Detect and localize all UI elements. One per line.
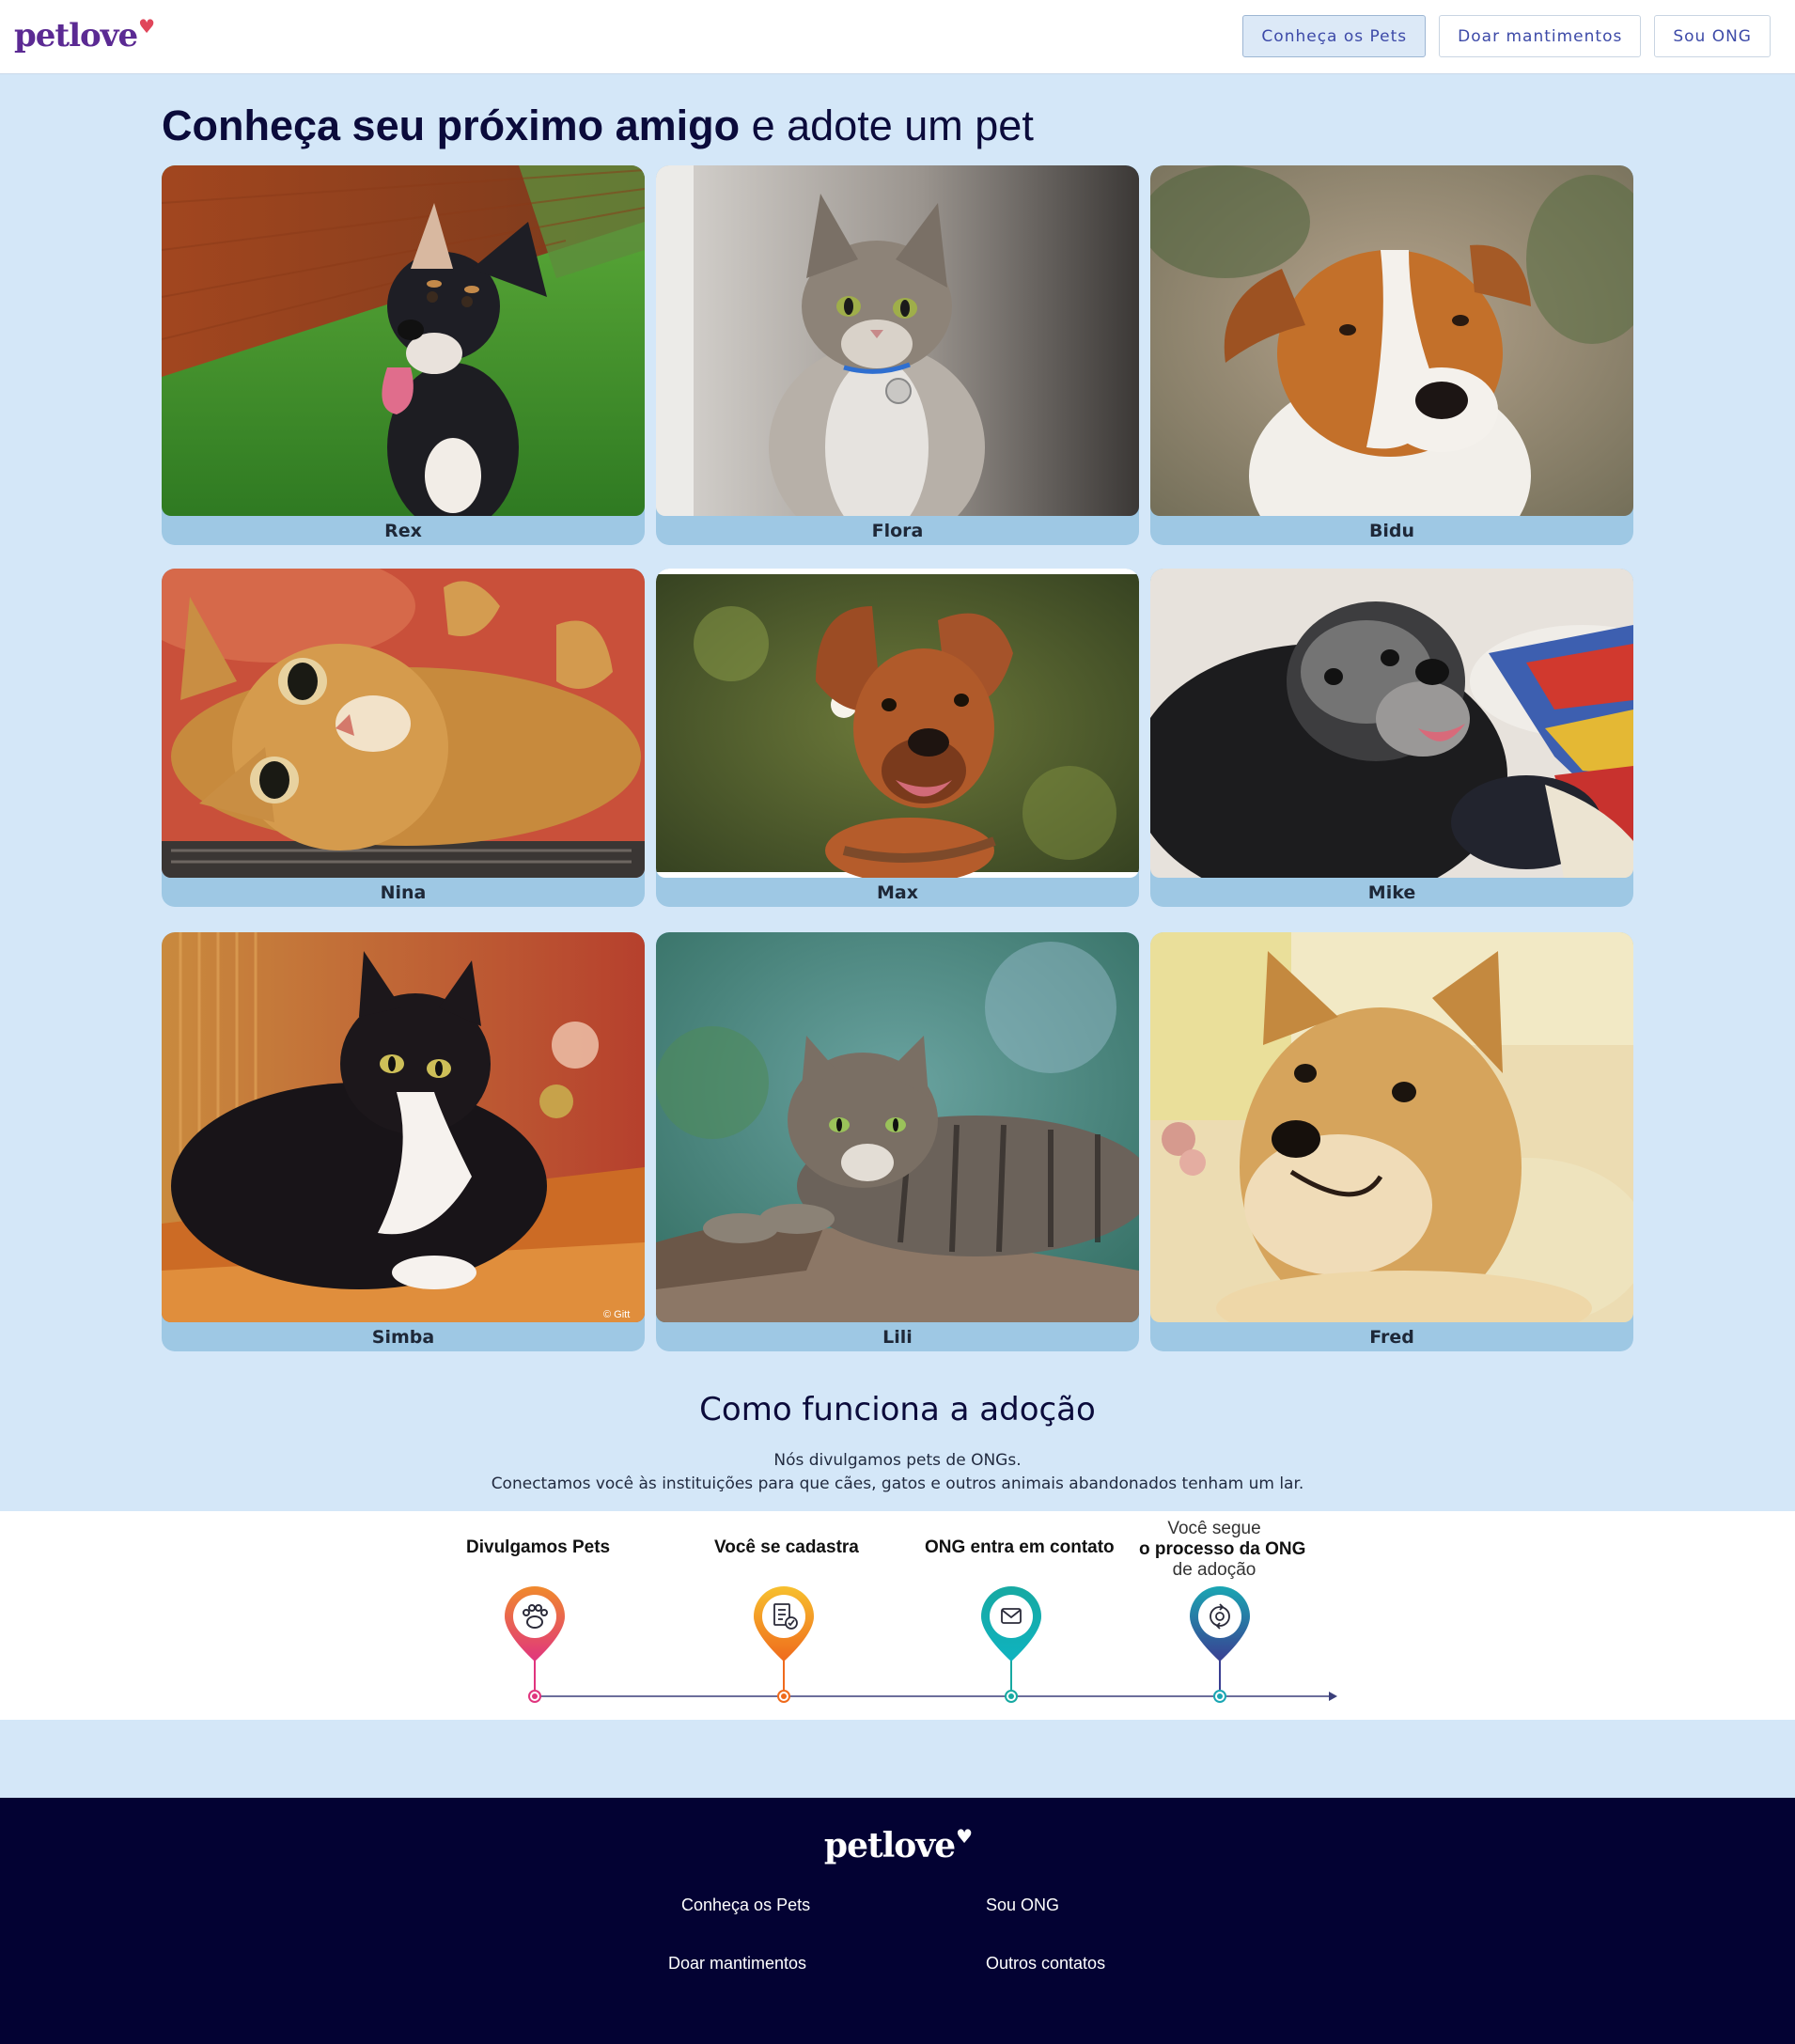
footer-link-doar-mantimentos[interactable]: Doar mantimentos bbox=[668, 1954, 806, 1974]
footer-petlove-logo[interactable]: petlove♥ bbox=[0, 1825, 1795, 1865]
pet-name: Simba bbox=[371, 1327, 435, 1348]
heart-icon: ♥ bbox=[956, 1825, 973, 1848]
nav-conheca-os-pets[interactable]: Conheça os Pets bbox=[1242, 15, 1427, 57]
pet-name: Mike bbox=[1367, 882, 1416, 903]
how-line-1: Nós divulgamos pets de ONGs. bbox=[773, 1451, 1022, 1470]
footer-link-sou-ong[interactable]: Sou ONG bbox=[986, 1896, 1059, 1915]
pet-photo-simba: © Gitt bbox=[162, 932, 645, 1322]
pet-card-nina[interactable]: Nina bbox=[162, 569, 645, 907]
pet-photo-fred bbox=[1150, 932, 1633, 1322]
pet-name: Flora bbox=[871, 521, 924, 541]
pet-name: Rex bbox=[384, 521, 422, 541]
pet-name: Max bbox=[877, 882, 918, 903]
petlove-logo[interactable]: petlove♥ bbox=[14, 15, 155, 55]
pet-name: Fred bbox=[1369, 1327, 1414, 1348]
timeline-band: Divulgamos Pets Você se cadastra ONG ent… bbox=[0, 1511, 1795, 1720]
pet-photo-max bbox=[656, 569, 1139, 878]
pet-photo-mike bbox=[1150, 569, 1633, 878]
pin-step-4 bbox=[1190, 1586, 1250, 1703]
pin-step-2 bbox=[754, 1586, 814, 1703]
page-title: Conheça seu próximo amigo e adote um pet bbox=[162, 101, 1034, 149]
top-header: petlove♥ Conheça os Pets Doar mantimento… bbox=[0, 0, 1795, 74]
pet-photo-flora bbox=[656, 165, 1139, 516]
footer: petlove♥ Conheça os Pets Sou ONG Doar ma… bbox=[0, 1798, 1795, 2044]
footer-link-conheca-os-pets[interactable]: Conheça os Pets bbox=[681, 1896, 810, 1915]
pet-card-mike[interactable]: Mike bbox=[1150, 569, 1633, 907]
pet-photo-nina bbox=[162, 569, 645, 878]
pet-card-lili[interactable]: Lili bbox=[656, 932, 1139, 1351]
pin-step-3 bbox=[981, 1586, 1041, 1703]
heart-icon: ♥ bbox=[138, 15, 155, 38]
pet-card-max[interactable]: Max bbox=[656, 569, 1139, 907]
pet-name: Bidu bbox=[1368, 521, 1415, 541]
pet-photo-rex bbox=[162, 165, 645, 516]
pet-card-fred[interactable]: Fred bbox=[1150, 932, 1633, 1351]
pin-step-1 bbox=[505, 1586, 565, 1703]
footer-link-outros-contatos[interactable]: Outros contatos bbox=[986, 1954, 1105, 1974]
how-title: Como funciona a adoção bbox=[699, 1391, 1096, 1428]
nav-sou-ong[interactable]: Sou ONG bbox=[1654, 15, 1771, 57]
nav-doar-mantimentos[interactable]: Doar mantimentos bbox=[1439, 15, 1642, 57]
pet-photo-lili bbox=[656, 932, 1139, 1322]
how-line-2: Conectamos você às instituições para que… bbox=[491, 1474, 1304, 1493]
pet-photo-bidu bbox=[1150, 165, 1633, 516]
pet-name: Lili bbox=[882, 1327, 913, 1348]
timeline-graphic bbox=[505, 1586, 1337, 1703]
watermark-text: © Gitt bbox=[603, 1309, 630, 1320]
pet-card-flora[interactable]: Flora bbox=[656, 165, 1139, 545]
pet-card-bidu[interactable]: Bidu bbox=[1150, 165, 1633, 545]
pet-card-rex[interactable]: Rex bbox=[162, 165, 645, 545]
timeline-arrow-icon bbox=[1329, 1692, 1337, 1701]
pet-name: Nina bbox=[380, 882, 427, 903]
pet-card-simba[interactable]: © Gitt Simba bbox=[162, 932, 645, 1351]
top-nav: Conheça os Pets Doar mantimentos Sou ONG bbox=[1242, 15, 1771, 57]
